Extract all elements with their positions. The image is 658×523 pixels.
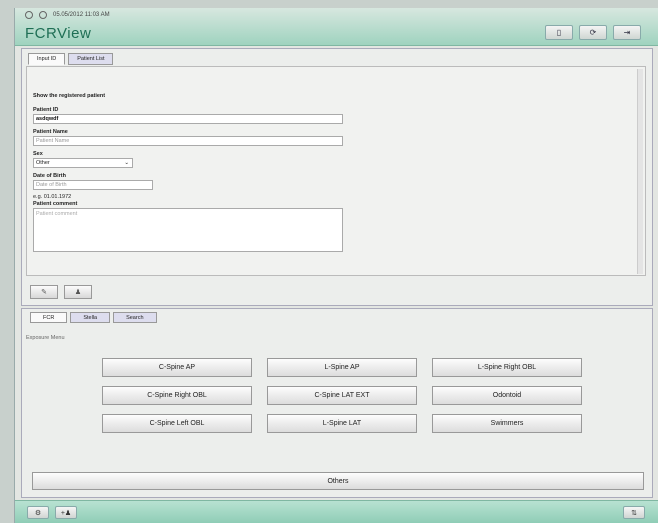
refresh-icon: ⟳ xyxy=(589,28,597,37)
tab-stella[interactable]: Stella xyxy=(70,312,111,323)
wifi-icon xyxy=(39,11,47,19)
patient-name-field[interactable]: Patient Name xyxy=(33,136,343,146)
dob-label: Date of Birth xyxy=(33,173,66,179)
exposure-panel: FCR Stella Search Exposure Menu C-Spine … xyxy=(21,308,653,498)
exposure-tabs: FCR Stella Search xyxy=(30,312,157,323)
c-spine-lat-ext-button[interactable]: C-Spine LAT EXT xyxy=(267,386,417,405)
c-spine-ap-button[interactable]: C-Spine AP xyxy=(102,358,252,377)
transfer-button[interactable]: ⇅ xyxy=(623,506,645,519)
settings-button[interactable]: ⚙ xyxy=(27,506,49,519)
c-spine-right-obl-button[interactable]: C-Spine Right OBL xyxy=(102,386,252,405)
patient-id-field[interactable]: asdqwdf xyxy=(33,114,343,124)
swimmers-button[interactable]: Swimmers xyxy=(432,414,582,433)
exit-button[interactable]: ⇥ xyxy=(613,25,641,40)
tab-input-id[interactable]: Input ID xyxy=(28,53,66,65)
others-button[interactable]: Others xyxy=(32,472,644,490)
form-scrollbar[interactable] xyxy=(637,69,643,274)
person-icon: ♟ xyxy=(74,289,82,296)
tab-fcr[interactable]: FCR xyxy=(30,312,68,323)
add-user-icon: +♟ xyxy=(60,509,72,517)
bottom-bar: ⚙ +♟ ⇅ xyxy=(15,500,658,523)
l-spine-ap-button[interactable]: L-Spine AP xyxy=(267,358,417,377)
patient-tabs: Input ID Patient List xyxy=(28,53,114,65)
comment-label: Patient comment xyxy=(33,201,78,207)
odontoid-button[interactable]: Odontoid xyxy=(432,386,582,405)
section-title: Show the registered patient xyxy=(33,93,106,99)
gear-icon: ⚙ xyxy=(34,509,42,517)
tab-patient-list[interactable]: Patient List xyxy=(68,53,114,65)
sex-label: Sex xyxy=(33,151,43,157)
header-bar: 05.05/2012 11:03 AM FCRView ▯ ⟳ ⇥ xyxy=(15,8,658,46)
comment-field[interactable]: Patient comment xyxy=(33,208,343,252)
patient-id-label: Patient ID xyxy=(33,107,59,113)
battery-button[interactable]: ▯ xyxy=(545,25,573,40)
dob-field[interactable]: Date of Birth xyxy=(33,180,153,190)
patient-panel: Input ID Patient List Show the registere… xyxy=(21,48,653,306)
settings-icon[interactable] xyxy=(25,11,33,19)
c-spine-left-obl-button[interactable]: C-Spine Left OBL xyxy=(102,414,252,433)
add-user-button[interactable]: +♟ xyxy=(55,506,77,519)
upper-toolbar: ✎ ♟ xyxy=(30,285,92,299)
pen-icon: ✎ xyxy=(41,289,47,296)
transfer-icon: ⇅ xyxy=(631,509,637,517)
battery-icon: ▯ xyxy=(556,28,562,37)
chevron-down-icon: ⌄ xyxy=(124,160,129,166)
refresh-button[interactable]: ⟳ xyxy=(579,25,607,40)
app-window: 05.05/2012 11:03 AM FCRView ▯ ⟳ ⇥ Input … xyxy=(14,8,658,523)
l-spine-lat-button[interactable]: L-Spine LAT xyxy=(267,414,417,433)
exposure-menu-label: Exposure Menu xyxy=(26,335,65,341)
patient-form: Show the registered patient Patient ID a… xyxy=(26,66,646,276)
register-button[interactable]: ♟ xyxy=(64,285,92,299)
patient-name-label: Patient Name xyxy=(33,129,68,135)
status-line: 05.05/2012 11:03 AM xyxy=(25,11,110,19)
exit-icon: ⇥ xyxy=(623,28,631,37)
date-time: 05.05/2012 11:03 AM xyxy=(53,12,110,18)
tab-search[interactable]: Search xyxy=(113,312,157,323)
sex-select[interactable]: Other ⌄ xyxy=(33,158,133,168)
app-title: FCRView xyxy=(25,25,92,42)
l-spine-right-obl-button[interactable]: L-Spine Right OBL xyxy=(432,358,582,377)
sex-value: Other xyxy=(36,160,50,166)
dob-hint: e.g. 01.01.1972 xyxy=(33,194,72,200)
edit-button[interactable]: ✎ xyxy=(30,285,58,299)
